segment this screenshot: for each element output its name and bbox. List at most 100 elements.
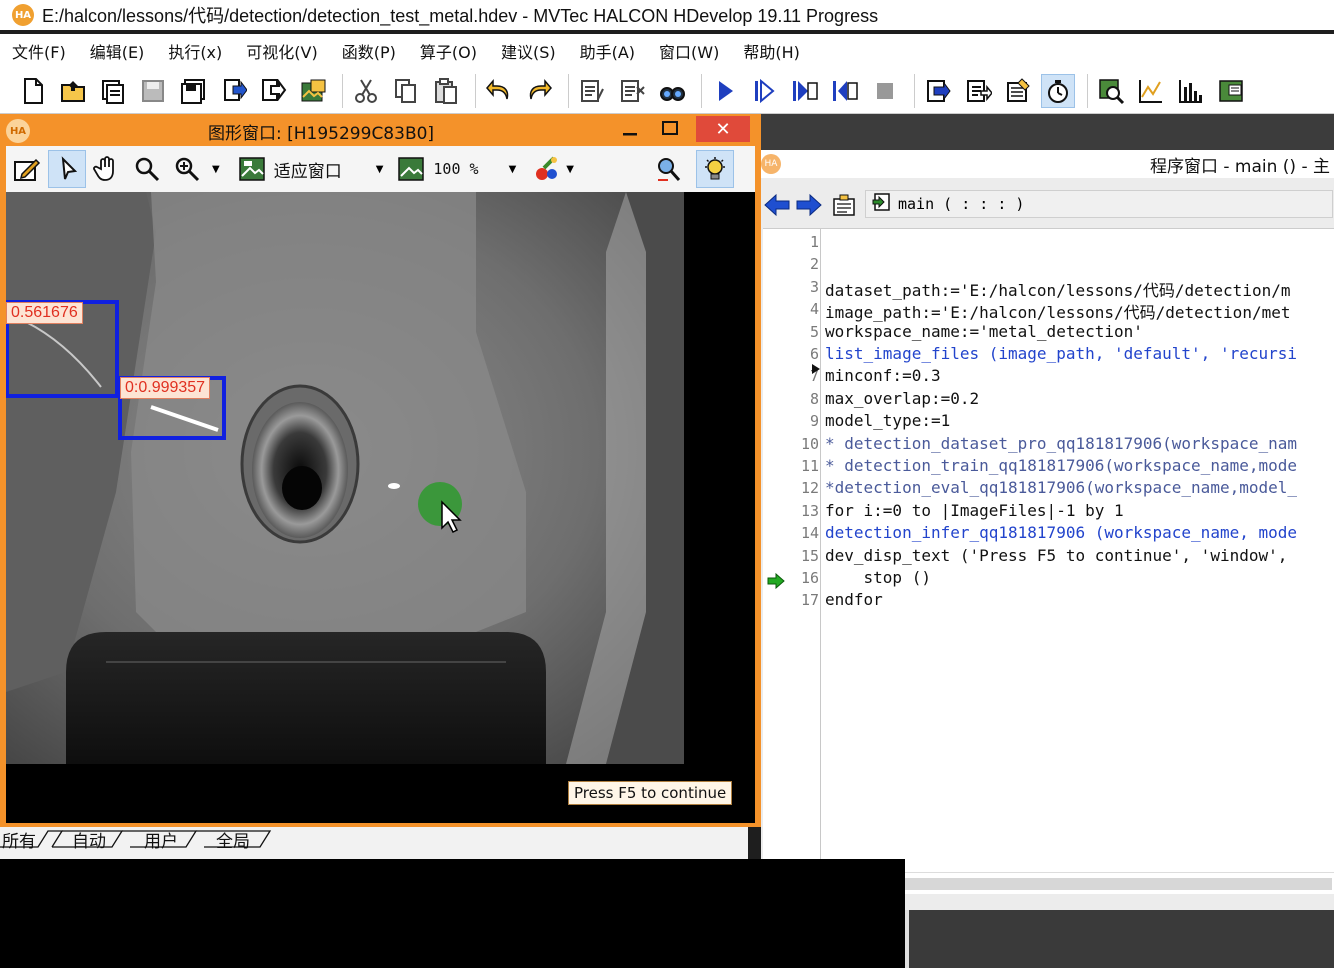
color-dropdown-arrow-icon[interactable]: ▼: [566, 164, 574, 175]
activate-line-icon[interactable]: [575, 74, 609, 108]
tab-global[interactable]: 全局: [216, 827, 250, 852]
code-line[interactable]: 12 *detection_eval_qq181817906(workspace_…: [763, 477, 1334, 499]
back-arrow-icon[interactable]: [763, 192, 791, 222]
run-icon[interactable]: [708, 74, 742, 108]
code-text[interactable]: image_path:='E:/halcon/lessons/代码/detect…: [825, 299, 1290, 323]
procedure-selector[interactable]: main ( : : : ): [865, 190, 1333, 218]
minimize-button[interactable]: [620, 118, 640, 140]
export-icon[interactable]: [256, 74, 290, 108]
zoom-dropdown-arrow-icon[interactable]: ▼: [212, 164, 220, 175]
code-line[interactable]: 16 stop (): [763, 567, 1334, 589]
menu-visualize[interactable]: 可视化(V): [246, 39, 317, 63]
open-file-icon[interactable]: [56, 74, 90, 108]
code-text[interactable]: * detection_dataset_pro_qq181817906(work…: [825, 434, 1297, 453]
import-icon[interactable]: [216, 74, 250, 108]
deactivate-line-icon[interactable]: [615, 74, 649, 108]
code-line[interactable]: 6 list_image_files (image_path, 'default'…: [763, 343, 1334, 365]
menu-assistants[interactable]: 助手(A): [580, 39, 635, 63]
code-line[interactable]: 11 * detection_train_qq181817906(workspac…: [763, 455, 1334, 477]
image-inspect-icon[interactable]: [1094, 74, 1128, 108]
stop-icon[interactable]: [868, 74, 902, 108]
code-line[interactable]: 7 minconf:=0.3: [763, 365, 1334, 387]
lightbulb-icon[interactable]: [695, 150, 734, 188]
paste-icon[interactable]: [429, 74, 463, 108]
new-file-icon[interactable]: [16, 74, 50, 108]
tab-auto[interactable]: 自动: [72, 827, 106, 852]
tab-user[interactable]: 用户: [144, 827, 178, 852]
pin-icon[interactable]: [650, 150, 688, 188]
zoom-icon[interactable]: [168, 150, 206, 188]
code-line[interactable]: 1: [763, 231, 1334, 253]
cut-icon[interactable]: [349, 74, 383, 108]
pan-hand-icon[interactable]: [88, 150, 126, 188]
graphics-canvas[interactable]: 0.561676 0:0.999357 Press F5 to continue: [6, 192, 755, 823]
reset-procedures-icon[interactable]: [961, 74, 995, 108]
code-line[interactable]: 2: [763, 253, 1334, 275]
pointer-icon[interactable]: [48, 150, 86, 188]
draw-mode-icon[interactable]: [8, 150, 46, 188]
code-editor[interactable]: 1 2 3 dataset_path:='E:/halcon/lessons/代码/d…: [763, 228, 1334, 873]
step-out-icon[interactable]: [828, 74, 862, 108]
fit-window-label[interactable]: 适应窗口: [274, 157, 342, 182]
histogram-icon[interactable]: [1174, 74, 1208, 108]
code-line[interactable]: 3 dataset_path:='E:/halcon/lessons/代码/det…: [763, 276, 1334, 301]
code-line[interactable]: 4 image_path:='E:/halcon/lessons/代码/detec…: [763, 298, 1334, 323]
fit-window-icon[interactable]: [234, 150, 272, 188]
menu-operators[interactable]: 算子(O): [420, 39, 477, 63]
code-line[interactable]: 10 * detection_dataset_pro_qq181817906(wo…: [763, 433, 1334, 455]
color-settings-icon[interactable]: [528, 150, 566, 188]
code-line[interactable]: 14 detection_infer_qq181817906 (workspace…: [763, 522, 1334, 544]
code-text[interactable]: workspace_name:='metal_detection': [825, 322, 1143, 341]
zoom-level-dropdown-arrow-icon[interactable]: ▼: [509, 164, 517, 175]
code-line[interactable]: 9 model_type:=1: [763, 410, 1334, 432]
line-profile-icon[interactable]: [1134, 74, 1168, 108]
maximize-button[interactable]: [660, 118, 680, 140]
menu-execute[interactable]: 执行(x): [168, 39, 222, 63]
magnify-icon[interactable]: [128, 150, 166, 188]
program-image-icon[interactable]: [296, 74, 330, 108]
code-line[interactable]: 5 workspace_name:='metal_detection': [763, 321, 1334, 343]
menu-edit[interactable]: 编辑(E): [90, 39, 145, 63]
redo-icon[interactable]: [522, 74, 556, 108]
code-text[interactable]: stop (): [825, 568, 931, 587]
code-text[interactable]: model_type:=1: [825, 411, 950, 430]
copy-icon[interactable]: [389, 74, 423, 108]
code-text[interactable]: dataset_path:='E:/halcon/lessons/代码/dete…: [825, 277, 1290, 301]
zoom-level-icon[interactable]: [393, 150, 431, 188]
menu-suggestions[interactable]: 建议(S): [501, 39, 556, 63]
graphics-window-titlebar[interactable]: HA 图形窗口: [H195299C83B0] ✕: [0, 114, 761, 146]
code-text[interactable]: dev_disp_text ('Press F5 to continue', '…: [825, 546, 1287, 565]
code-text[interactable]: minconf:=0.3: [825, 366, 941, 385]
code-text[interactable]: max_overlap:=0.2: [825, 389, 979, 408]
undo-icon[interactable]: [482, 74, 516, 108]
menu-procedures[interactable]: 函数(P): [342, 39, 396, 63]
forward-arrow-icon[interactable]: [795, 192, 823, 222]
code-text[interactable]: detection_infer_qq181817906 (workspace_n…: [825, 523, 1297, 542]
feature-inspect-icon[interactable]: [1214, 74, 1248, 108]
code-line[interactable]: 13 for i:=0 to |ImageFiles|-1 by 1: [763, 500, 1334, 522]
code-text[interactable]: for i:=0 to |ImageFiles|-1 by 1: [825, 501, 1124, 520]
find-replace-icon[interactable]: [655, 74, 689, 108]
code-line[interactable]: 17 endfor: [763, 589, 1334, 611]
fit-dropdown-arrow-icon[interactable]: ▼: [376, 164, 384, 175]
step-into-icon[interactable]: [788, 74, 822, 108]
step-over-icon[interactable]: [748, 74, 782, 108]
program-window-titlebar[interactable]: HA 程序窗口 - main () - 主: [761, 150, 1334, 178]
code-text[interactable]: list_image_files (image_path, 'default',…: [825, 344, 1297, 363]
menu-window[interactable]: 窗口(W): [659, 39, 719, 63]
reset-program-icon[interactable]: [921, 74, 955, 108]
program-listing-icon[interactable]: [1001, 74, 1035, 108]
close-button[interactable]: ✕: [696, 116, 750, 142]
code-line[interactable]: 15 dev_disp_text ('Press F5 to continue',…: [763, 545, 1334, 567]
code-line[interactable]: 8 max_overlap:=0.2: [763, 388, 1334, 410]
save-icon[interactable]: [136, 74, 170, 108]
tab-all[interactable]: 所有: [2, 827, 36, 852]
zoom-level-value[interactable]: 100 %: [433, 160, 478, 178]
open-examples-icon[interactable]: [96, 74, 130, 108]
procedure-menu-icon[interactable]: [831, 192, 857, 222]
code-text[interactable]: *detection_eval_qq181817906(workspace_na…: [825, 478, 1297, 497]
menu-help[interactable]: 帮助(H): [743, 39, 800, 63]
menu-file[interactable]: 文件(F): [12, 39, 66, 63]
code-text[interactable]: endfor: [825, 590, 883, 609]
save-all-icon[interactable]: [176, 74, 210, 108]
